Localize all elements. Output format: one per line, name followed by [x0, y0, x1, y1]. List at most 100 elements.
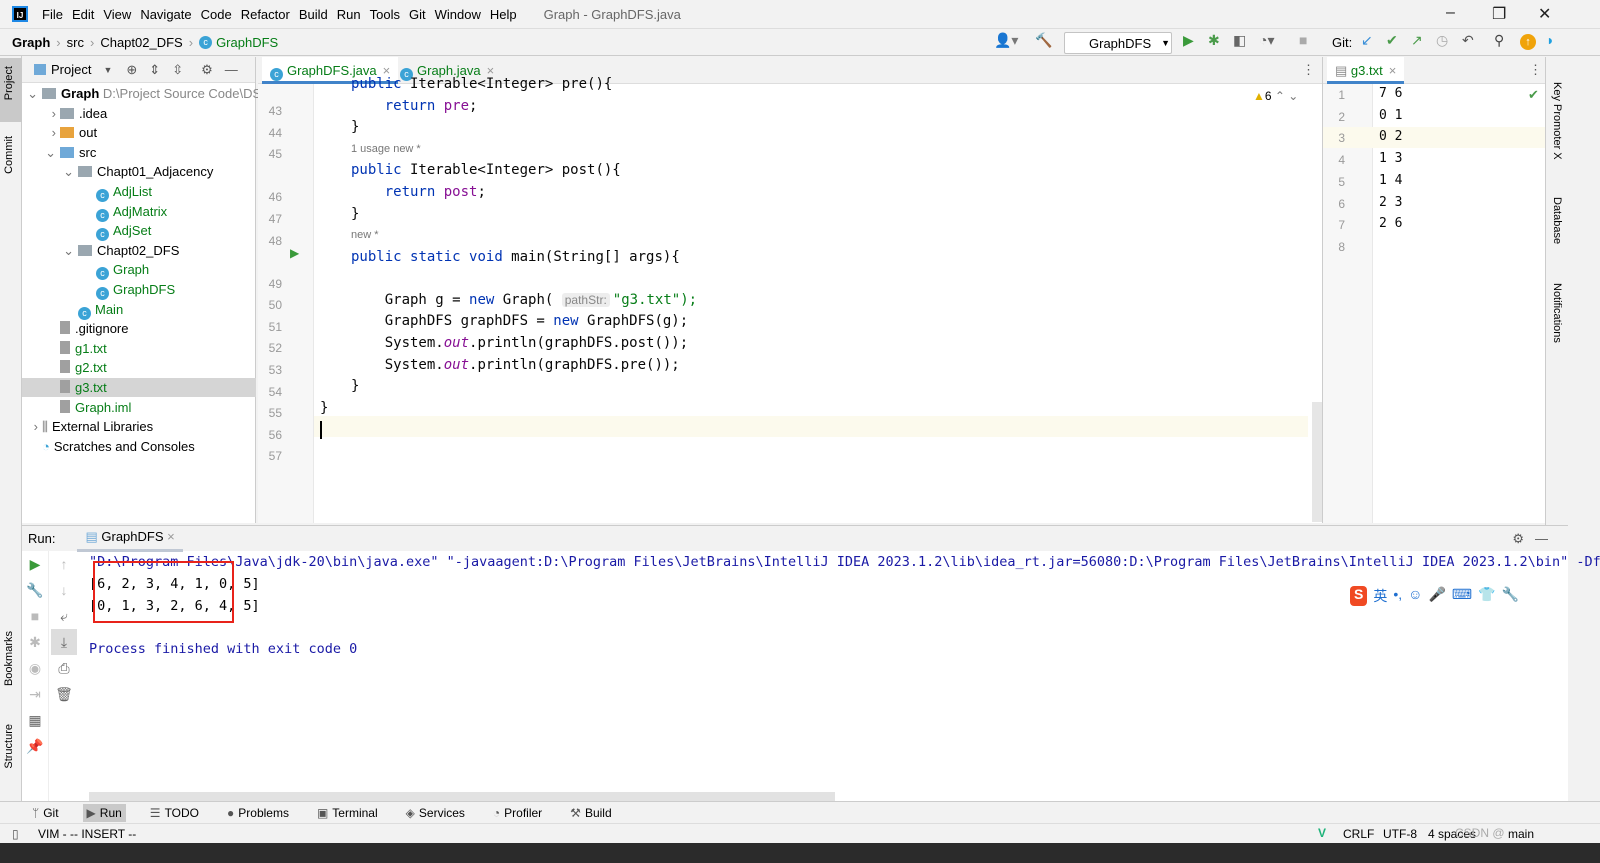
tree-item-external-libraries[interactable]: › ⫼ External Libraries — [22, 417, 153, 436]
restore-button[interactable]: ❐ — [1492, 4, 1506, 24]
profile-icon[interactable]: ◔▾ — [1259, 32, 1274, 49]
notifications-tool-button[interactable]: Notifications — [1551, 283, 1563, 343]
gear-icon[interactable]: ⚙ — [201, 62, 213, 78]
breadcrumb-project[interactable]: Graph — [12, 35, 50, 50]
git-push-icon[interactable]: ↗ — [1411, 32, 1423, 49]
tool-tab-services[interactable]: ◈ Services — [402, 804, 469, 822]
expand-arrow-icon[interactable]: › — [22, 417, 42, 436]
tree-item-g3-txt[interactable]: g3.txt — [22, 378, 256, 397]
menu-code[interactable]: Code — [201, 7, 232, 22]
build-hammer-icon[interactable]: 🔨 — [1035, 32, 1052, 49]
file-encoding[interactable]: UTF-8 — [1383, 827, 1417, 841]
tree-item-g1-txt[interactable]: g1.txt — [22, 339, 107, 358]
update-icon[interactable]: ↑ — [1520, 34, 1536, 50]
keyboard-icon[interactable]: ⌨ — [1452, 586, 1472, 606]
menu-tools[interactable]: Tools — [370, 7, 400, 22]
stop-icon[interactable]: ■ — [22, 603, 48, 629]
structure-tool-button[interactable]: Structure — [3, 724, 15, 769]
locate-icon[interactable]: ⊕ — [126, 62, 137, 78]
tree-item-adjlist[interactable]: c AdjList — [22, 182, 152, 202]
vim-plugin-icon[interactable]: V — [1318, 826, 1326, 840]
emoji-icon[interactable]: ☺ — [1408, 586, 1422, 606]
run-tab-graphdfs[interactable]: ▤ GraphDFS × — [77, 525, 183, 552]
user-icon[interactable]: 👤▾ — [994, 32, 1018, 49]
mic-icon[interactable]: 🎤 — [1428, 586, 1445, 606]
history-icon[interactable]: ◷ — [1436, 32, 1448, 49]
soft-wrap-icon[interactable]: ⤶ — [51, 603, 77, 629]
warnings-indicator[interactable]: ▲6 ⌃ ⌄ — [1253, 89, 1298, 103]
close-window-button[interactable]: ✕ — [1538, 4, 1551, 24]
code-with-me-icon[interactable]: ◗ — [1546, 32, 1554, 48]
tree-item--gitignore[interactable]: .gitignore — [22, 319, 128, 338]
run-main-gutter-icon[interactable]: ▶ — [290, 246, 299, 260]
menu-refactor[interactable]: Refactor — [241, 7, 290, 22]
hide-icon[interactable]: — — [225, 62, 238, 77]
punct-icon[interactable]: •, — [1393, 586, 1402, 606]
more-tabs-icon[interactable]: ⋮ — [1302, 62, 1315, 78]
bookmarks-tool-button[interactable]: Bookmarks — [3, 631, 15, 686]
close-tab-icon[interactable]: × — [1389, 63, 1397, 78]
key-promoter-tool-button[interactable]: Key Promoter X — [1551, 82, 1563, 160]
rollback-icon[interactable]: ↶ — [1462, 32, 1474, 49]
tree-item-out[interactable]: › out — [22, 123, 97, 142]
tree-item-g2-txt[interactable]: g2.txt — [22, 358, 107, 377]
search-icon[interactable]: ⚲ — [1494, 32, 1504, 49]
tab-g3-txt[interactable]: ▤ g3.txt × — [1327, 57, 1405, 84]
expand-arrow-icon[interactable]: › — [22, 123, 60, 142]
edit-config-wrench-icon[interactable]: 🔧 — [22, 577, 48, 603]
coverage-icon[interactable]: ◧ — [1233, 32, 1246, 49]
tree-item-graph-iml[interactable]: Graph.iml — [22, 398, 131, 417]
expand-arrow-icon[interactable]: ⌄ — [22, 241, 78, 260]
menu-build[interactable]: Build — [299, 7, 328, 22]
tree-item-chapt01-adjacency[interactable]: ⌄ Chapt01_Adjacency — [22, 162, 213, 181]
project-view-select[interactable]: Project — [51, 62, 91, 77]
tree-item-src[interactable]: ⌄ src — [22, 143, 96, 162]
menu-edit[interactable]: Edit — [72, 7, 94, 22]
horizontal-scrollbar[interactable] — [89, 792, 835, 801]
pin-icon[interactable]: 📌 — [22, 733, 48, 759]
more-icon[interactable]: ⋮ — [1529, 62, 1542, 78]
print-icon[interactable]: ⎙ — [51, 655, 77, 681]
git-update-icon[interactable]: ↙ — [1361, 32, 1373, 49]
tree-item-adjmatrix[interactable]: c AdjMatrix — [22, 202, 167, 222]
tool-tab-todo[interactable]: ☰ TODO — [146, 804, 203, 822]
expand-arrow-icon[interactable]: › — [22, 104, 60, 123]
tool-tab-problems[interactable]: ● Problems — [223, 804, 293, 822]
toggle-panels-icon[interactable]: ▯ — [12, 827, 19, 841]
skin-icon[interactable]: 👕 — [1478, 586, 1495, 606]
code-vision-hint[interactable]: new * — [351, 229, 379, 241]
tree-item--idea[interactable]: › .idea — [22, 104, 108, 123]
menu-navigate[interactable]: Navigate — [140, 7, 191, 22]
tree-item-graph[interactable]: c Graph — [22, 260, 149, 281]
expand-arrow-icon[interactable]: ⌄ — [22, 143, 60, 162]
debug-icon[interactable]: ✱ — [1208, 32, 1220, 49]
menu-view[interactable]: View — [103, 7, 131, 22]
tool-tab-terminal[interactable]: ▣ Terminal — [313, 804, 382, 822]
expand-arrow-icon[interactable]: ⌄ — [22, 84, 42, 103]
ime-language-toggle[interactable]: 英 — [1373, 586, 1387, 606]
layout-icon[interactable]: ▦ — [22, 707, 48, 733]
stop-icon[interactable]: ■ — [1299, 32, 1307, 48]
minimize-button[interactable]: – — [1446, 4, 1455, 22]
debug-icon[interactable]: ✱ — [22, 629, 48, 655]
menu-help[interactable]: Help — [490, 7, 517, 22]
breadcrumb-src[interactable]: src — [67, 35, 84, 50]
scroll-down-icon[interactable]: ↓ — [51, 577, 77, 603]
tree-item-graphdfs[interactable]: c GraphDFS — [22, 280, 175, 300]
breadcrumb-package[interactable]: Chapt02_DFS — [100, 35, 182, 50]
commit-tool-button[interactable]: Commit — [3, 136, 15, 174]
tree-item-main[interactable]: c Main — [22, 300, 123, 320]
tree-item-graph[interactable]: ⌄ Graph D:\Project Source Code\DS — [22, 84, 261, 103]
code-vision-hint[interactable]: 1 usage new * — [351, 143, 421, 155]
expand-all-icon[interactable]: ⇕ — [149, 62, 160, 78]
menu-run[interactable]: Run — [337, 7, 361, 22]
camera-icon[interactable]: ◉ — [22, 655, 48, 681]
tool-tab-run[interactable]: ▶ Run — [82, 803, 126, 822]
run-configuration-select[interactable]: GraphDFS ▼ — [1064, 32, 1172, 54]
tool-tab-git[interactable]: ᛘ Git — [28, 804, 63, 822]
menu-file[interactable]: File — [42, 7, 63, 22]
expand-arrow-icon[interactable]: ⌄ — [22, 162, 78, 181]
collapse-all-icon[interactable]: ⇳ — [172, 62, 183, 78]
editor-scrollbar[interactable] — [1312, 402, 1322, 522]
menu-window[interactable]: Window — [435, 7, 481, 22]
